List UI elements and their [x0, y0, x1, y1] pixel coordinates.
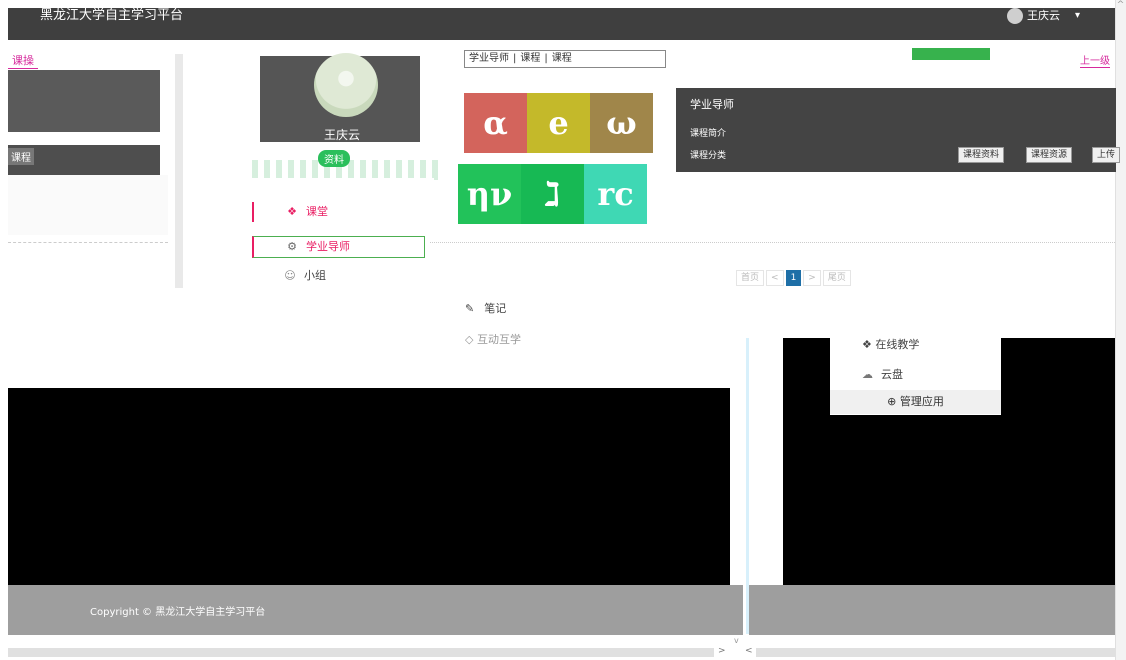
blank-region: [8, 388, 730, 585]
copyright-text: Copyright © 黑龙江大学自主学习平台: [90, 607, 266, 618]
group-icon: ☺: [284, 269, 296, 282]
left-column-separator: [175, 54, 183, 288]
interact-label: 互动互学: [476, 333, 521, 346]
course-category: 课程分类: [690, 151, 727, 161]
diamond-icon: ❖: [287, 205, 297, 218]
next-page-button[interactable]: >: [803, 270, 821, 286]
mentor-icon: ⚙: [287, 240, 297, 253]
create-button[interactable]: [912, 48, 990, 60]
prev-page-button[interactable]: <: [766, 270, 784, 286]
first-page-button[interactable]: 首页: [736, 270, 765, 286]
course-tile[interactable]: ην: [458, 164, 521, 224]
interact-icon: ◇: [465, 333, 474, 346]
sidebar-item-label: 学业导师: [306, 240, 350, 253]
user-name[interactable]: 王庆云: [1027, 9, 1060, 23]
course-tile[interactable]: ω: [590, 93, 653, 153]
vertical-scrollbar[interactable]: [1115, 0, 1126, 660]
scroll-down-icon[interactable]: v: [734, 636, 739, 645]
left-panel-header: [8, 70, 160, 132]
app-item-cloud[interactable]: ☁ 云盘: [862, 366, 903, 382]
user-avatar-icon[interactable]: [1007, 8, 1023, 24]
app-label: 云盘: [881, 368, 903, 381]
course-tile[interactable]: e: [527, 93, 590, 153]
left-chip[interactable]: 课程: [8, 148, 34, 165]
edit-icon: ✎: [465, 302, 475, 315]
course-description: 课程简介: [690, 129, 727, 139]
brand-title[interactable]: 黑龙江大学自主学习平台: [40, 8, 183, 24]
horizontal-scrollbar[interactable]: [8, 648, 714, 657]
upload-button[interactable]: 上传: [1092, 147, 1121, 163]
chevron-down-icon[interactable]: ▾: [1075, 9, 1080, 23]
plus-circle-icon: ⊕: [887, 395, 900, 408]
app-label: 在线教学: [875, 338, 920, 351]
scroll-up-icon[interactable]: ^: [1115, 0, 1126, 10]
scroll-left-icon[interactable]: <: [745, 646, 753, 656]
cloud-icon: ☁: [862, 368, 873, 381]
left-content-area: [8, 175, 168, 235]
divider: [430, 242, 1115, 243]
divider: [8, 242, 168, 243]
horizontal-scrollbar[interactable]: [756, 648, 1115, 657]
course-tabs: 学业导师 | 课程 | 课程: [464, 50, 666, 68]
blank-region: [1001, 338, 1115, 585]
profile-badge[interactable]: 资料: [318, 150, 350, 167]
sidebar-item-notes[interactable]: ✎ 笔记: [465, 300, 506, 316]
course-tile[interactable]: rc: [584, 164, 647, 224]
sidebar-item-mentor[interactable]: ⚙ 学业导师: [252, 236, 425, 258]
avatar[interactable]: [314, 53, 378, 117]
course-title: 学业导师: [690, 98, 734, 111]
footer-right: [749, 585, 1115, 635]
current-page[interactable]: 1: [785, 270, 802, 286]
blank-region: [783, 338, 830, 585]
profile-name: 王庆云: [324, 128, 361, 142]
tab-course-2[interactable]: 课程: [552, 53, 572, 64]
sidebar-item-label: 小组: [304, 269, 326, 282]
tab-course-1[interactable]: 课程: [520, 53, 540, 64]
left-tab[interactable]: 课操: [8, 52, 38, 69]
notes-label: 笔记: [484, 302, 507, 315]
app-item-teaching[interactable]: ❖ 在线教学: [862, 336, 919, 352]
tab-mentor[interactable]: 学业导师: [469, 53, 509, 64]
last-page-button[interactable]: 尾页: [822, 270, 851, 286]
blank-region: [830, 415, 1001, 585]
pagination: 首页 <1 > 尾页: [736, 270, 853, 286]
course-tile[interactable]: ℷ: [521, 164, 584, 224]
back-link[interactable]: 上一级: [1080, 52, 1110, 68]
teaching-icon: ❖: [862, 338, 876, 351]
sidebar-item-label: 课堂: [306, 205, 328, 218]
sidebar-item-classroom[interactable]: ❖ 课堂: [252, 202, 424, 222]
manage-apps-button[interactable]: ⊕ 管理应用: [830, 390, 1001, 414]
course-tile[interactable]: α: [464, 93, 527, 153]
course-resources-button[interactable]: 课程资源: [1026, 147, 1073, 163]
manage-label: 管理应用: [899, 395, 944, 408]
sidebar-item-interact[interactable]: ◇ 互动互学: [465, 331, 521, 347]
sidebar-item-group[interactable]: ☺ 小组: [252, 266, 422, 286]
scroll-right-icon[interactable]: >: [718, 646, 726, 656]
course-materials-button[interactable]: 课程资料: [958, 147, 1005, 163]
